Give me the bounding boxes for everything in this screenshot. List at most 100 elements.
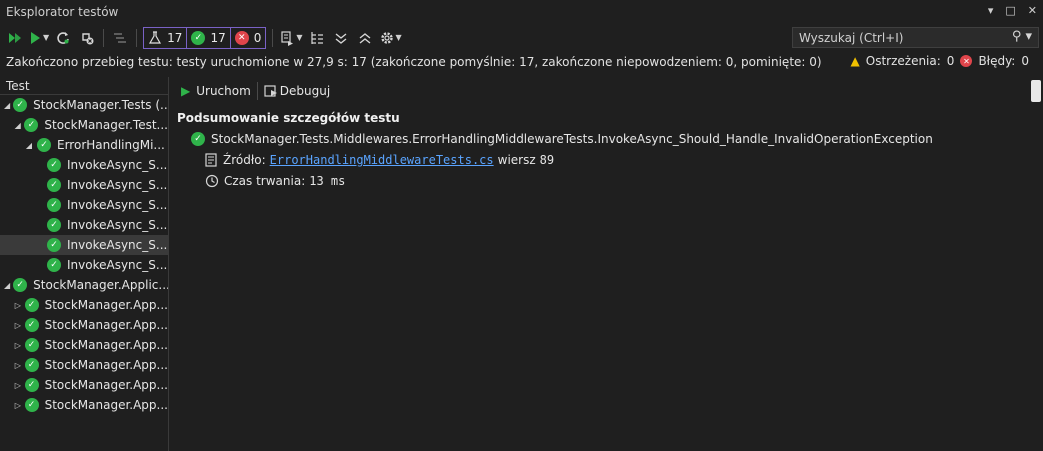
warnings-label[interactable]: Ostrzeżenia: [866, 54, 941, 68]
tree-row[interactable]: ▷ ✓ StockManager.App... [0, 355, 168, 375]
repeat-last-run-button[interactable] [53, 27, 73, 49]
tree-row-label: InvokeAsync_S... [67, 218, 168, 232]
check-circle-icon: ✓ [191, 30, 206, 45]
tree-row-label: InvokeAsync_S... [67, 238, 168, 252]
line-number: 89 [539, 153, 555, 167]
search-icon[interactable]: ⚲ ▾ [1012, 29, 1032, 44]
failed-tests-filter[interactable]: ✕ 0 [230, 26, 267, 49]
tree-row[interactable]: ▷ ✓ StockManager.App... [0, 395, 168, 415]
debug-test-button[interactable]: Debuguj [264, 84, 330, 98]
tree-row[interactable]: ◢ ✓ StockManager.Applic... [0, 275, 168, 295]
check-circle-icon: ✓ [24, 338, 39, 352]
expand-icon[interactable]: ▷ [14, 381, 22, 390]
tree-row[interactable]: ▷ ✓ StockManager.App... [0, 315, 168, 335]
toolbar-divider [103, 28, 105, 47]
expand-icon[interactable]: ▷ [14, 341, 22, 350]
tree-rows: ◢ ✓ StockManager.Tests (... ◢ ✓ StockManager.… [0, 95, 168, 415]
tree-row[interactable]: ◢ ✓ StockManager.Tests (... [0, 95, 168, 115]
tree-row[interactable]: ◢ ✓ ErrorHandlingMi... [0, 135, 168, 155]
check-circle-icon: ✓ [37, 138, 51, 152]
collapse-icon[interactable]: ◢ [4, 281, 10, 290]
tree-row[interactable]: ✓ InvokeAsync_S... [0, 155, 168, 175]
check-circle-icon: ✓ [47, 258, 61, 272]
error-circle-icon: ✕ [234, 30, 249, 45]
tree-row[interactable]: ✓ InvokeAsync_S... [0, 175, 168, 195]
line-label: wiersz [497, 153, 536, 167]
window-title: Eksplorator testów [6, 5, 119, 19]
source-file-link[interactable]: ErrorHandlingMiddlewareTests.cs [270, 153, 494, 167]
test-tree: Test ◢ ✓ StockManager.Tests (... ◢ ✓ StockMan… [0, 77, 169, 451]
chevron-down-icon[interactable]: ▼ [396, 33, 402, 42]
dropdown-menu-icon[interactable]: ▾ [988, 4, 994, 17]
tree-row-label: InvokeAsync_S... [67, 198, 168, 212]
tree-row[interactable]: ✓ InvokeAsync_S... [0, 195, 168, 215]
check-circle-icon: ✓ [13, 278, 28, 292]
debug-icon [264, 85, 277, 97]
maximize-icon[interactable]: □ [1005, 4, 1015, 17]
tree-row[interactable]: ✓ InvokeAsync_S... [0, 215, 168, 235]
run-summary-text: Zakończono przebieg testu: testy uruchom… [6, 55, 822, 69]
total-count: 17 [167, 30, 183, 45]
hierarchy-view-button[interactable] [307, 27, 327, 49]
expand-icon[interactable]: ▷ [14, 401, 22, 410]
tree-row[interactable]: ▷ ✓ StockManager.App... [0, 375, 168, 395]
flask-icon [148, 30, 162, 45]
check-circle-icon: ✓ [24, 378, 39, 392]
check-circle-icon: ✓ [24, 298, 39, 312]
settings-button[interactable]: ▼ [379, 27, 402, 49]
collapse-icon[interactable]: ◢ [24, 141, 34, 150]
total-tests-filter[interactable]: 17 [143, 26, 188, 49]
check-circle-icon: ✓ [47, 238, 61, 252]
group-by-button[interactable] [110, 27, 130, 49]
tree-row[interactable]: ✓ InvokeAsync_S... [0, 235, 168, 255]
tree-row[interactable]: ✓ InvokeAsync_S... [0, 255, 168, 275]
playlist-button[interactable]: ▼ [279, 27, 303, 49]
gear-icon [380, 31, 393, 44]
run-button[interactable]: ▼ [28, 27, 49, 49]
detail-actions: ▶ Uruchom Debuguj [181, 81, 330, 101]
search-input[interactable]: Wyszukaj (Ctrl+I) ⚲ ▾ [792, 27, 1039, 48]
warning-icon: ▲ [850, 54, 860, 68]
test-full-name: StockManager.Tests.Middlewares.ErrorHand… [211, 132, 933, 146]
details-scrollbar[interactable] [1031, 80, 1041, 102]
tree-row-label: StockManager.App... [44, 358, 168, 372]
clock-icon [205, 174, 219, 188]
tree-row-label: InvokeAsync_S... [67, 258, 168, 272]
check-circle-icon: ✓ [47, 158, 61, 172]
run-test-button[interactable]: ▶ Uruchom [181, 84, 251, 98]
tree-row[interactable]: ▷ ✓ StockManager.App... [0, 295, 168, 315]
tree-column-header[interactable]: Test [0, 77, 168, 95]
close-icon[interactable]: ✕ [1028, 4, 1037, 17]
playlist-icon [281, 30, 294, 46]
tree-row-label: InvokeAsync_S... [67, 178, 168, 192]
cancel-run-button[interactable] [77, 27, 97, 49]
check-circle-icon: ✓ [191, 132, 205, 146]
expand-all-button[interactable] [331, 27, 351, 49]
collapse-icon[interactable]: ◢ [4, 101, 10, 110]
errors-label[interactable]: Błędy: [978, 54, 1015, 68]
duration-value: 13 ms [309, 174, 346, 188]
passed-tests-filter[interactable]: ✓ 17 [187, 26, 231, 49]
expand-icon[interactable]: ▷ [14, 361, 22, 370]
duration-label: Czas trwania: [224, 174, 306, 188]
check-circle-icon: ✓ [47, 178, 61, 192]
expand-icon[interactable]: ▷ [14, 321, 22, 330]
chevron-down-icon[interactable]: ▼ [43, 33, 49, 42]
tree-row-label: StockManager.Test... [44, 118, 168, 132]
double-chevron-down-icon [335, 32, 346, 44]
source-row: Źródło: ErrorHandlingMiddlewareTests.cs … [205, 153, 554, 167]
tree-row-label: StockManager.App... [44, 338, 168, 352]
errors-count: 0 [1021, 54, 1029, 68]
chevron-down-icon[interactable]: ▼ [296, 33, 302, 42]
run-all-tests-button[interactable] [4, 27, 24, 49]
duration-row: Czas trwania: 13 ms [205, 174, 345, 188]
collapse-all-button[interactable] [355, 27, 375, 49]
stop-icon [82, 32, 94, 44]
tree-row[interactable]: ◢ ✓ StockManager.Test... [0, 115, 168, 135]
tree-row[interactable]: ▷ ✓ StockManager.App... [0, 335, 168, 355]
window-title-bar: Eksplorator testów [0, 0, 1043, 24]
tree-row-label: StockManager.App... [44, 398, 168, 412]
expand-icon[interactable]: ▷ [14, 301, 22, 310]
check-circle-icon: ✓ [47, 198, 61, 212]
collapse-icon[interactable]: ◢ [14, 121, 21, 130]
